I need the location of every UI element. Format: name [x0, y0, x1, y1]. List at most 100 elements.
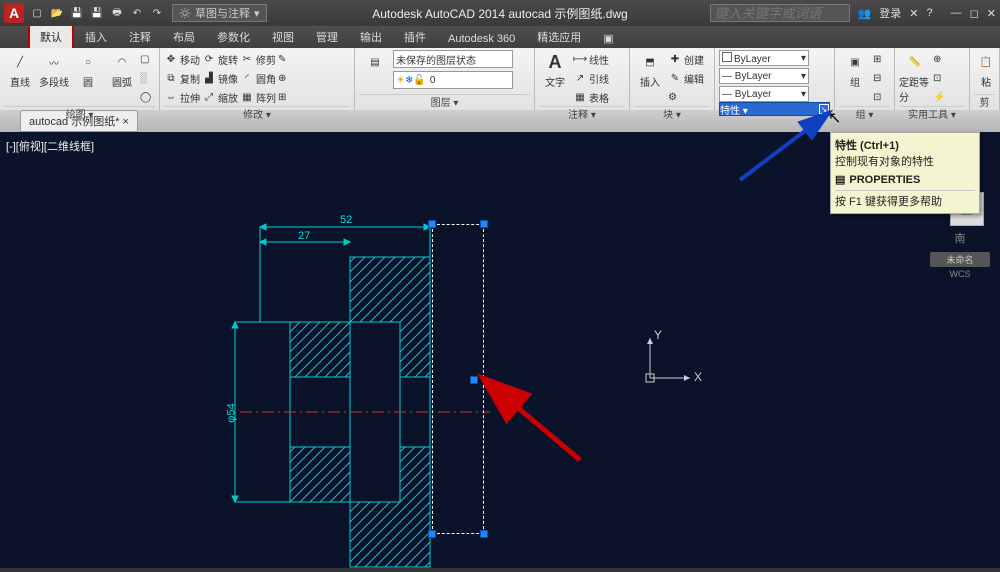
cube-unnamed[interactable]: 未命名 — [930, 252, 990, 267]
group-e1[interactable]: ⊞ — [873, 50, 881, 68]
layer-dropdown[interactable]: ☀❄🔓0 — [393, 71, 513, 89]
tab-plugins[interactable]: 插件 — [393, 25, 437, 48]
viewport-label[interactable]: [-][俯视][二维线框] — [6, 138, 94, 154]
line-icon: ╱ — [8, 50, 32, 74]
saveas-icon[interactable]: 💾 — [88, 4, 106, 22]
arc-icon: ◠ — [110, 50, 134, 74]
tab-view[interactable]: 视图 — [261, 25, 305, 48]
leader-button[interactable]: ↗引线 — [573, 69, 609, 87]
dim-52: 52 — [340, 214, 352, 226]
panel-properties-title[interactable]: 特性 ▾↘ — [719, 102, 830, 116]
panel-layer: ▤ 未保存的图层状态 ☀❄🔓0 图层 ▾ — [355, 48, 535, 110]
panel-group-title[interactable]: 组 ▾ — [839, 106, 890, 120]
tab-default[interactable]: 默认 — [28, 24, 74, 48]
tab-extra-icon[interactable]: ▣ — [592, 28, 624, 48]
new-icon[interactable]: ▢ — [28, 4, 46, 22]
layer-props-button[interactable]: ▤ — [359, 50, 391, 74]
close-icon[interactable]: ✕ — [987, 7, 996, 20]
workspace-dropdown[interactable]: 草图与注释 ▾ — [172, 4, 267, 22]
panel-block-title[interactable]: 块 ▾ — [634, 106, 710, 120]
group-e3[interactable]: ⊡ — [873, 88, 881, 106]
scale-button[interactable]: ⤢缩放 — [202, 88, 238, 106]
rotate-button[interactable]: ⟳旋转 — [202, 50, 238, 68]
panel-modify-title[interactable]: 修改 ▾ — [164, 106, 350, 120]
panel-modify: ✥移动 ⧉复制 ⇔拉伸 ⟳旋转 ▟镜像 ⤢缩放 ✂修剪 ◜圆角 ▦阵列 ✎ ⊕ … — [160, 48, 355, 110]
tab-annotate[interactable]: 注释 — [118, 25, 162, 48]
exchange-icon[interactable]: ✕ — [909, 7, 918, 20]
app-logo[interactable]: A — [4, 3, 24, 23]
modify-e1[interactable]: ✎ — [278, 50, 286, 68]
group-e2[interactable]: ⊟ — [873, 69, 881, 87]
panel-annot-title[interactable]: 注释 ▾ — [539, 106, 625, 120]
search-input[interactable] — [710, 4, 850, 22]
linetype-dropdown[interactable]: — ByLayer▾ — [719, 86, 809, 102]
edit-block-button[interactable]: ✎编辑 — [668, 69, 704, 87]
layer-state-dropdown[interactable]: 未保存的图层状态 — [393, 50, 513, 68]
polyline-button[interactable]: 〰多段线 — [38, 50, 70, 89]
trim-button[interactable]: ✂修剪 — [240, 50, 276, 68]
tab-parametric[interactable]: 参数化 — [206, 25, 261, 48]
array-button[interactable]: ▦阵列 — [240, 88, 276, 106]
panel-layer-title[interactable]: 图层 ▾ — [359, 94, 530, 108]
text-button[interactable]: A文字 — [539, 50, 571, 89]
dim-27: 27 — [298, 230, 310, 242]
panel-draw-title[interactable]: 绘图 ▾ — [4, 106, 155, 120]
panel-util-title[interactable]: 实用工具 ▾ — [899, 106, 965, 120]
save-icon[interactable]: 💾 — [68, 4, 86, 22]
insert-button[interactable]: ⬒插入 — [634, 50, 666, 89]
modify-e3[interactable]: ⊞ — [278, 88, 286, 106]
minimize-icon[interactable]: — — [951, 7, 962, 19]
util-e2[interactable]: ⊡ — [933, 69, 945, 87]
circle-button[interactable]: ○圆 — [72, 50, 104, 89]
cube-wcs[interactable]: WCS — [930, 269, 990, 279]
polyline-icon: 〰 — [42, 50, 66, 74]
util-e1[interactable]: ⊕ — [933, 50, 945, 68]
plot-icon[interactable]: 🖶 — [108, 4, 126, 22]
tooltip-header: 特性 (Ctrl+1) — [835, 137, 975, 153]
grip[interactable] — [480, 220, 488, 228]
block-e3[interactable]: ⚙ — [668, 88, 704, 106]
tab-layout[interactable]: 布局 — [162, 25, 206, 48]
quick-access-toolbar: ▢ 📂 💾 💾 🖶 ↶ ↷ — [28, 4, 166, 22]
create-block-button[interactable]: ✚创建 — [668, 50, 704, 68]
redo-icon[interactable]: ↷ — [148, 4, 166, 22]
stretch-button[interactable]: ⇔拉伸 — [164, 88, 200, 106]
modify-e2[interactable]: ⊕ — [278, 69, 286, 87]
undo-icon[interactable]: ↶ — [128, 4, 146, 22]
panel-draw: ╱直线 〰多段线 ○圆 ◠圆弧 ▢ ░ ◯ 绘图 ▾ — [0, 48, 160, 110]
open-icon[interactable]: 📂 — [48, 4, 66, 22]
tab-featured[interactable]: 精选应用 — [526, 25, 592, 48]
account-icon[interactable]: 👥 — [858, 7, 872, 20]
draw-extra1[interactable]: ▢ — [140, 50, 151, 68]
panel-properties: ByLayer▾ — ByLayer▾ — ByLayer▾ 特性 ▾↘ — [715, 48, 835, 110]
draw-extra3[interactable]: ◯ — [140, 88, 151, 106]
table-button[interactable]: ▦表格 — [573, 88, 609, 106]
tab-output[interactable]: 输出 — [349, 25, 393, 48]
measure-button[interactable]: 📏定距等分 — [899, 50, 931, 104]
group-button[interactable]: ▣组 — [839, 50, 871, 89]
ucs-icon: Y X — [640, 328, 700, 388]
grip[interactable] — [470, 376, 478, 384]
fillet-button[interactable]: ◜圆角 — [240, 69, 276, 87]
paste-button[interactable]: 📋粘 — [974, 50, 998, 89]
tab-insert[interactable]: 插入 — [74, 25, 118, 48]
grip[interactable] — [428, 530, 436, 538]
help-icon[interactable]: ? — [927, 7, 933, 19]
login-link[interactable]: 登录 — [879, 5, 901, 21]
copy-button[interactable]: ⧉复制 — [164, 69, 200, 87]
color-dropdown[interactable]: ByLayer▾ — [719, 50, 809, 66]
move-button[interactable]: ✥移动 — [164, 50, 200, 68]
mirror-button[interactable]: ▟镜像 — [202, 69, 238, 87]
maximize-icon[interactable]: ◻ — [970, 7, 979, 20]
panel-clip-title[interactable]: 剪 — [974, 94, 995, 108]
linear-dim-button[interactable]: ⟼线性 — [573, 50, 609, 68]
tab-a360[interactable]: Autodesk 360 — [437, 29, 526, 48]
tab-manage[interactable]: 管理 — [305, 25, 349, 48]
line-button[interactable]: ╱直线 — [4, 50, 36, 89]
util-e3[interactable]: ⚡ — [933, 88, 945, 106]
arc-button[interactable]: ◠圆弧 — [106, 50, 138, 89]
grip[interactable] — [480, 530, 488, 538]
grip[interactable] — [428, 220, 436, 228]
lineweight-dropdown[interactable]: — ByLayer▾ — [719, 68, 809, 84]
draw-extra2[interactable]: ░ — [140, 69, 151, 87]
